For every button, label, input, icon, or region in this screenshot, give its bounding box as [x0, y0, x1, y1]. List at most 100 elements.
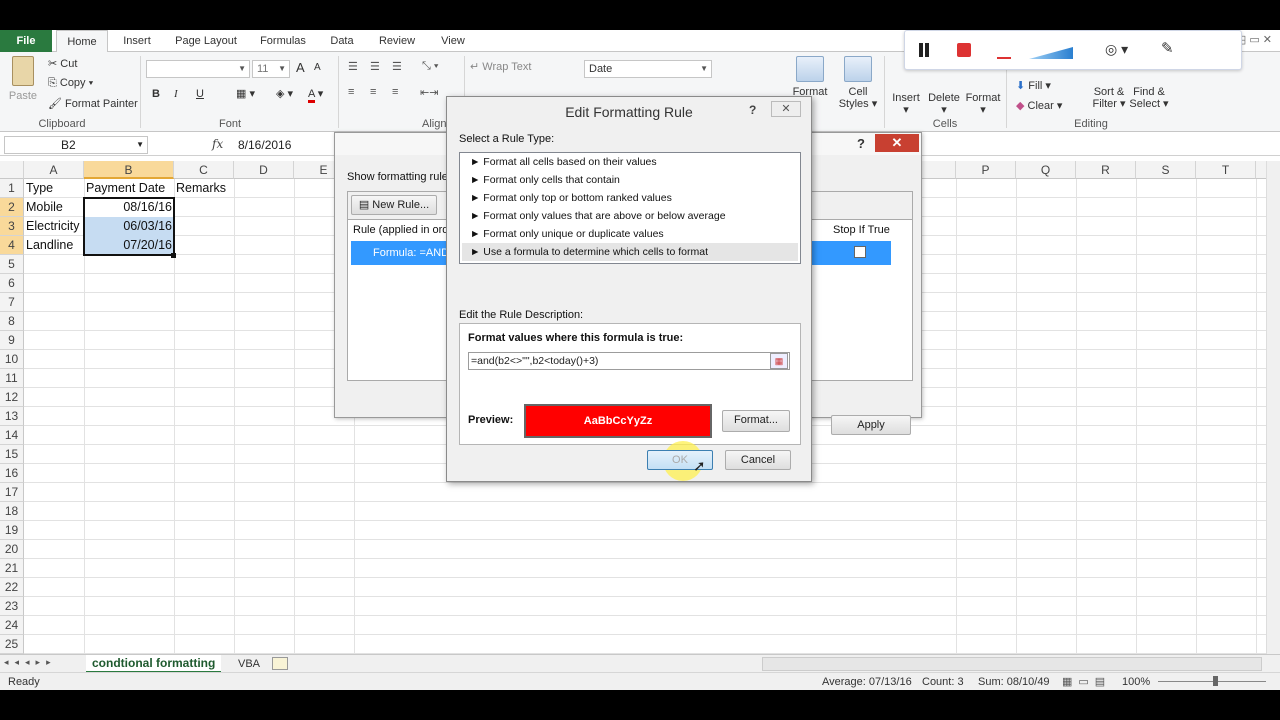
zoom-slider-handle[interactable]	[1213, 676, 1218, 686]
tab-home[interactable]: Home	[56, 30, 108, 53]
tab-file[interactable]: File	[0, 30, 52, 52]
new-sheet-icon[interactable]	[272, 657, 288, 670]
horizontal-scrollbar[interactable]	[762, 657, 1262, 671]
paste-button[interactable]: Paste	[6, 56, 40, 102]
row-header[interactable]: 13	[0, 407, 24, 426]
row-header[interactable]: 6	[0, 274, 24, 293]
format-painter-button[interactable]: 🖌 Format Painter	[48, 97, 138, 110]
insert-function-button[interactable]: fx	[212, 137, 223, 151]
row-header[interactable]: 5	[0, 255, 24, 274]
align-center-icon[interactable]: ≡	[370, 86, 376, 98]
row-header[interactable]: 12	[0, 388, 24, 407]
new-rule-button[interactable]: ▤ New Rule...	[351, 195, 437, 215]
tab-insert[interactable]: Insert	[116, 30, 158, 52]
fill-color-button[interactable]: ◈ ▾	[276, 87, 293, 100]
row-header[interactable]: 14	[0, 426, 24, 445]
sheet-tab-vba[interactable]: VBA	[234, 655, 264, 673]
column-header-r[interactable]: R	[1076, 161, 1136, 179]
row-header[interactable]: 9	[0, 331, 24, 350]
row-header[interactable]: 21	[0, 559, 24, 578]
help-icon[interactable]: ?	[749, 103, 756, 117]
cell-a2[interactable]: Mobile	[24, 198, 84, 217]
font-name-combo[interactable]: ▼	[146, 60, 250, 78]
copy-button[interactable]: ⎘ Copy ▾	[48, 77, 93, 90]
number-format-combo[interactable]: Date ▼	[584, 60, 712, 78]
cell-c1[interactable]: Remarks	[174, 179, 234, 198]
clear-button[interactable]: ◆ Clear ▾	[1016, 99, 1062, 112]
help-icon[interactable]: ?	[857, 136, 865, 151]
column-header-q[interactable]: Q	[1016, 161, 1076, 179]
row-header[interactable]: 18	[0, 502, 24, 521]
align-top-icon[interactable]: ☰	[348, 60, 358, 73]
sheet-nav-arrows-icon[interactable]: ◂◂◂▸▸	[4, 657, 57, 668]
row-header[interactable]: 19	[0, 521, 24, 540]
column-header-d[interactable]: D	[234, 161, 294, 179]
row-header[interactable]: 4	[0, 236, 24, 255]
rule-type-item[interactable]: ► Format only unique or duplicate values	[462, 225, 798, 243]
grow-font-button[interactable]: A	[296, 60, 305, 75]
vertical-scrollbar[interactable]	[1266, 161, 1280, 656]
cell-a4[interactable]: Landline	[24, 236, 84, 255]
stop-if-true-checkbox[interactable]	[854, 246, 866, 258]
tab-review[interactable]: Review	[374, 30, 420, 52]
row-header[interactable]: 3	[0, 217, 24, 236]
row-header[interactable]: 20	[0, 540, 24, 559]
cell-a1[interactable]: Type	[24, 179, 84, 198]
column-header-b[interactable]: B	[84, 161, 174, 179]
align-left-icon[interactable]: ≡	[348, 86, 354, 98]
column-header-c[interactable]: C	[174, 161, 234, 179]
rule-type-item[interactable]: ► Format only values that are above or b…	[462, 207, 798, 225]
underline-button[interactable]: U	[196, 88, 204, 100]
tab-page-layout[interactable]: Page Layout	[170, 30, 242, 52]
column-header-p[interactable]: P	[956, 161, 1016, 179]
row-header[interactable]: 2	[0, 198, 24, 217]
wrap-text-button[interactable]: ↵ Wrap Text	[470, 60, 531, 73]
cancel-button[interactable]: Cancel	[725, 450, 791, 470]
row-header[interactable]: 17	[0, 483, 24, 502]
column-header-a[interactable]: A	[24, 161, 84, 179]
indent-icon[interactable]: ⇤⇥	[420, 86, 438, 99]
tab-formulas[interactable]: Formulas	[256, 30, 310, 52]
rule-type-list[interactable]: ► Format all cells based on their values…	[459, 152, 801, 264]
formula-value[interactable]: 8/16/2016	[238, 138, 291, 152]
column-header-s[interactable]: S	[1136, 161, 1196, 179]
align-bottom-icon[interactable]: ☰	[392, 60, 402, 73]
row-header[interactable]: 22	[0, 578, 24, 597]
bold-button[interactable]: B	[152, 88, 160, 100]
insert-cells-button[interactable]: Insert ▾	[886, 92, 926, 116]
close-icon[interactable]: ✕	[771, 101, 801, 117]
row-header[interactable]: 7	[0, 293, 24, 312]
pause-icon[interactable]	[919, 43, 923, 57]
apply-button[interactable]: Apply	[831, 415, 911, 435]
row-header[interactable]: 24	[0, 616, 24, 635]
format-as-table-button[interactable]: Format	[782, 56, 838, 98]
cell-a3[interactable]: Electricity	[24, 217, 86, 236]
fill-button[interactable]: ⬇ Fill ▾	[1016, 79, 1051, 92]
column-header-t[interactable]: T	[1196, 161, 1256, 179]
row-header[interactable]: 25	[0, 635, 24, 654]
formula-input[interactable]: =and(b2<>"",b2<today()+3)	[468, 352, 790, 370]
stop-record-icon[interactable]	[957, 43, 971, 57]
view-mode-icons[interactable]: ▦▭▤	[1062, 675, 1111, 688]
row-header[interactable]: 11	[0, 369, 24, 388]
align-right-icon[interactable]: ≡	[392, 86, 398, 98]
row-header[interactable]: 16	[0, 464, 24, 483]
font-color-button[interactable]: A ▾	[308, 87, 323, 103]
select-all-corner[interactable]	[0, 161, 24, 179]
font-size-combo[interactable]: 11 ▼	[252, 60, 290, 78]
row-header[interactable]: 23	[0, 597, 24, 616]
tab-data[interactable]: Data	[324, 30, 360, 52]
close-icon[interactable]: ✕	[875, 134, 919, 152]
pen-icon[interactable]: ✎	[1161, 39, 1174, 57]
row-header[interactable]: 15	[0, 445, 24, 464]
italic-button[interactable]: I	[174, 88, 178, 100]
format-button[interactable]: Format...	[722, 410, 790, 432]
name-box[interactable]: B2 ▼	[4, 136, 148, 154]
row-header[interactable]: 10	[0, 350, 24, 369]
collapse-dialog-icon[interactable]: ▦	[770, 353, 788, 369]
tab-view[interactable]: View	[434, 30, 472, 52]
orientation-icon[interactable]: ⤡ ▾	[422, 60, 438, 73]
zoom-slider[interactable]	[1158, 681, 1266, 682]
zoom-level[interactable]: 100%	[1122, 676, 1150, 688]
cut-button[interactable]: ✂ Cut	[48, 57, 77, 70]
